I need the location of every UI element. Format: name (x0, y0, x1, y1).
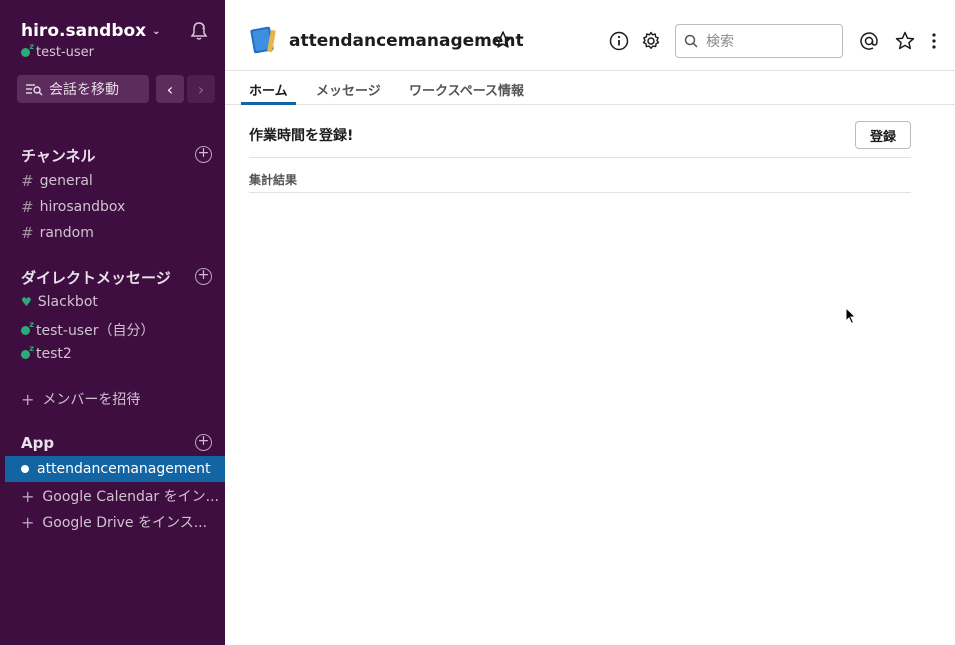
workspace-menu[interactable]: hiro.sandbox ⌄ (21, 21, 161, 41)
tab-home[interactable]: ホーム (249, 80, 288, 99)
channel-label: hirosandbox (39, 199, 126, 215)
app-label: Google Drive をインス... (42, 515, 208, 531)
apps-header[interactable]: App (21, 434, 54, 452)
add-dm-icon[interactable]: + (195, 268, 212, 285)
home-section-title: 作業時間を登録! (249, 128, 354, 144)
hash-icon: # (21, 198, 34, 216)
presence-icon (21, 344, 34, 359)
more-vertical-icon[interactable] (924, 30, 944, 52)
gear-icon[interactable] (640, 30, 662, 52)
app-header: attendancemanagement 検索 (225, 0, 955, 71)
app-item-google-calendar[interactable]: + Google Calendar をイン... (21, 486, 219, 506)
register-button[interactable]: 登録 (855, 121, 911, 149)
notification-bell-icon[interactable]: z (188, 20, 210, 42)
invite-label: メンバーを招待 (42, 392, 141, 408)
plus-icon: + (21, 512, 35, 532)
app-status-dot-icon (21, 465, 29, 473)
dm-item-slackbot[interactable]: ♥ Slackbot (21, 294, 98, 310)
hash-icon: # (21, 224, 34, 242)
app-label: Google Calendar をイン... (42, 489, 219, 505)
channel-label: general (39, 173, 93, 189)
back-button[interactable]: ‹ (156, 75, 184, 103)
dm-label: test-user（自分） (36, 323, 155, 339)
active-tab-indicator (241, 102, 296, 105)
mentions-icon[interactable] (858, 30, 880, 52)
mouse-cursor-icon (845, 307, 857, 325)
search-input[interactable]: 検索 (675, 24, 843, 58)
channel-item-hirosandbox[interactable]: # hirosandbox (21, 198, 125, 216)
presence-icon (21, 320, 34, 335)
jump-label: 会話を移動 (49, 82, 119, 98)
presence-icon (21, 42, 34, 57)
invite-members-button[interactable]: + メンバーを招待 (21, 389, 140, 409)
app-tabs: ホーム メッセージ ワークスペース情報 (225, 71, 955, 105)
heart-icon: ♥ (21, 295, 32, 309)
channel-label: random (39, 225, 94, 241)
search-placeholder: 検索 (706, 34, 734, 50)
star-icon[interactable] (493, 30, 513, 50)
tab-messages[interactable]: メッセージ (316, 80, 381, 99)
tab-workspace-info[interactable]: ワークスペース情報 (409, 80, 524, 99)
hash-icon: # (21, 172, 34, 190)
chevron-right-icon: › (197, 79, 205, 99)
app-notebook-icon (250, 26, 276, 54)
divider (249, 157, 911, 158)
info-icon[interactable] (608, 30, 630, 52)
channels-header[interactable]: チャンネル (21, 145, 96, 166)
dm-item-test2[interactable]: test2 (21, 344, 72, 362)
plus-icon: + (21, 486, 35, 506)
divider (249, 192, 911, 193)
app-item-google-drive[interactable]: + Google Drive をインス... (21, 512, 207, 532)
channel-item-general[interactable]: # general (21, 172, 93, 190)
app-item-attendancemanagement[interactable]: attendancemanagement (5, 456, 225, 482)
forward-button[interactable]: › (187, 75, 215, 103)
current-user[interactable]: test-user (21, 42, 95, 60)
svg-text:z: z (202, 24, 205, 31)
channel-item-random[interactable]: # random (21, 224, 94, 242)
list-search-icon (26, 84, 43, 96)
dm-label: test2 (36, 346, 72, 362)
add-channel-icon[interactable]: + (195, 146, 212, 163)
chevron-down-icon: ⌄ (152, 25, 161, 37)
dm-item-test-user[interactable]: test-user（自分） (21, 320, 154, 340)
search-icon (684, 34, 698, 48)
sidebar: hiro.sandbox ⌄ test-user z 会話を移動 ‹ › チャン… (5, 0, 225, 645)
results-header: 集計結果 (249, 173, 298, 187)
saved-items-star-icon[interactable] (894, 30, 916, 52)
app-label: attendancemanagement (37, 461, 211, 477)
main-pane: attendancemanagement 検索 ホーム メッセージ ワークスペー… (225, 0, 955, 645)
plus-icon: + (21, 389, 35, 409)
dm-header[interactable]: ダイレクトメッセージ (21, 267, 171, 288)
app-title: attendancemanagement (289, 31, 524, 51)
current-user-name: test-user (36, 45, 95, 60)
workspace-name: hiro.sandbox (21, 21, 147, 41)
dm-label: Slackbot (37, 294, 98, 310)
jump-to-conversation-button[interactable]: 会話を移動 (17, 75, 149, 103)
chevron-left-icon: ‹ (166, 79, 174, 99)
add-app-icon[interactable]: + (195, 434, 212, 451)
